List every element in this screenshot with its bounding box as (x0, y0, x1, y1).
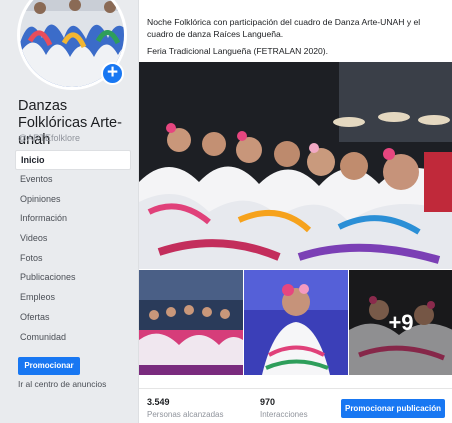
more-photos-count[interactable]: +9 (349, 270, 452, 375)
post-description: Noche Folklórica con participación del c… (147, 17, 421, 39)
reach-label: Personas alcanzadas (147, 410, 224, 419)
page-handle: @ARTEfolklore (18, 133, 80, 143)
sidebar-item-videos[interactable]: Videos (15, 229, 131, 249)
interactions-value: 970 (260, 397, 276, 407)
post-text: Noche Folklórica con participación del c… (147, 16, 447, 62)
interactions-stat: 970 Interacciones (260, 397, 308, 419)
sidebar-item-opiniones[interactable]: Opiniones (15, 190, 131, 210)
post-event: Feria Tradicional Langueña (FETRALAN 202… (147, 46, 329, 56)
thumbnail-photo-more[interactable]: +9 (349, 270, 452, 375)
add-photo-icon[interactable]: + (101, 62, 124, 85)
sidebar-item-publicaciones[interactable]: Publicaciones (15, 268, 131, 288)
sidebar-item-informacion[interactable]: Información (15, 209, 131, 229)
post-insights: 3.549 Personas alcanzadas 970 Interaccio… (139, 388, 452, 423)
page-nav: Inicio Eventos Opiniones Información Vid… (15, 150, 131, 347)
sidebar-item-ofertas[interactable]: Ofertas (15, 308, 131, 328)
main-photo[interactable] (139, 62, 452, 269)
reach-stat: 3.549 Personas alcanzadas (147, 397, 224, 419)
sidebar-item-inicio[interactable]: Inicio (15, 150, 131, 170)
left-sidebar: + Danzas Folklóricas Arte-unah @ARTEfolk… (0, 0, 137, 423)
sidebar-item-fotos[interactable]: Fotos (15, 249, 131, 269)
post-card: Noche Folklórica con participación del c… (138, 0, 452, 423)
sidebar-item-eventos[interactable]: Eventos (15, 170, 131, 190)
sidebar-item-empleos[interactable]: Empleos (15, 288, 131, 308)
thumbnail-photo-group[interactable] (139, 270, 243, 375)
promote-button[interactable]: Promocionar (18, 357, 80, 375)
boost-post-button[interactable]: Promocionar publicación (341, 399, 445, 418)
ads-center-link[interactable]: Ir al centro de anuncios (18, 379, 106, 389)
sidebar-item-comunidad[interactable]: Comunidad (15, 328, 131, 348)
thumbnail-photo-dancer[interactable] (244, 270, 348, 375)
interactions-label: Interacciones (260, 410, 308, 419)
reach-value: 3.549 (147, 397, 170, 407)
photo-thumbnails: +9 (139, 270, 452, 375)
